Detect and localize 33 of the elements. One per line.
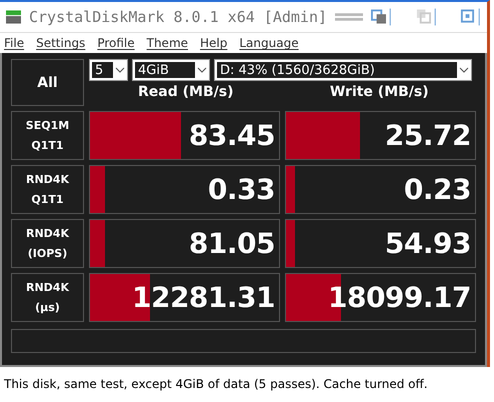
result-value: 81.05 xyxy=(188,226,275,262)
menu-item[interactable]: Profile xyxy=(97,36,135,50)
menu-item[interactable]: Theme xyxy=(146,36,188,50)
result-value: 0.33 xyxy=(208,172,275,208)
window-icon[interactable] xyxy=(416,8,436,26)
all-button[interactable]: All xyxy=(11,59,84,106)
chevron-icon xyxy=(115,67,125,73)
drive-icon xyxy=(6,10,21,24)
result-value: 25.72 xyxy=(384,118,471,154)
count-select[interactable]: 5 xyxy=(89,59,128,81)
column-header: Read (MB/s) xyxy=(137,84,234,100)
column-header: Write (MB/s) xyxy=(328,84,430,100)
menu-item[interactable]: File xyxy=(4,36,24,50)
result-value: 83.45 xyxy=(188,118,275,154)
menu-item[interactable]: Help xyxy=(200,36,228,50)
comment-field[interactable] xyxy=(11,329,476,353)
test-button[interactable]: SEQ1M Q1T1 xyxy=(11,111,84,160)
caption: This disk, same test, except 4GiB of data (5 passes). Cache turned off. xyxy=(3,376,429,391)
test-button[interactable]: RND4K (µs) xyxy=(11,273,84,322)
drive-select[interactable]: D: 43% (1560/3628GiB) xyxy=(214,59,472,81)
menu-item[interactable]: Language xyxy=(239,36,299,50)
test-button[interactable]: RND4K (IOPS) xyxy=(11,219,84,268)
menu-item[interactable]: Settings xyxy=(36,36,86,50)
size-select[interactable]: 4GiB xyxy=(132,59,210,81)
test-button[interactable]: RND4K Q1T1 xyxy=(11,165,84,214)
maximize-icon[interactable] xyxy=(460,8,482,26)
menu-icon[interactable] xyxy=(335,12,364,22)
window-title: CrystalDiskMark 8.0.1 x64 [Admin] xyxy=(29,8,328,26)
chevron-icon xyxy=(459,67,469,73)
chevron-icon xyxy=(197,67,207,73)
result-value: 0.23 xyxy=(404,172,471,208)
restore-icon[interactable] xyxy=(371,8,392,26)
result-value: 54.93 xyxy=(384,226,471,262)
